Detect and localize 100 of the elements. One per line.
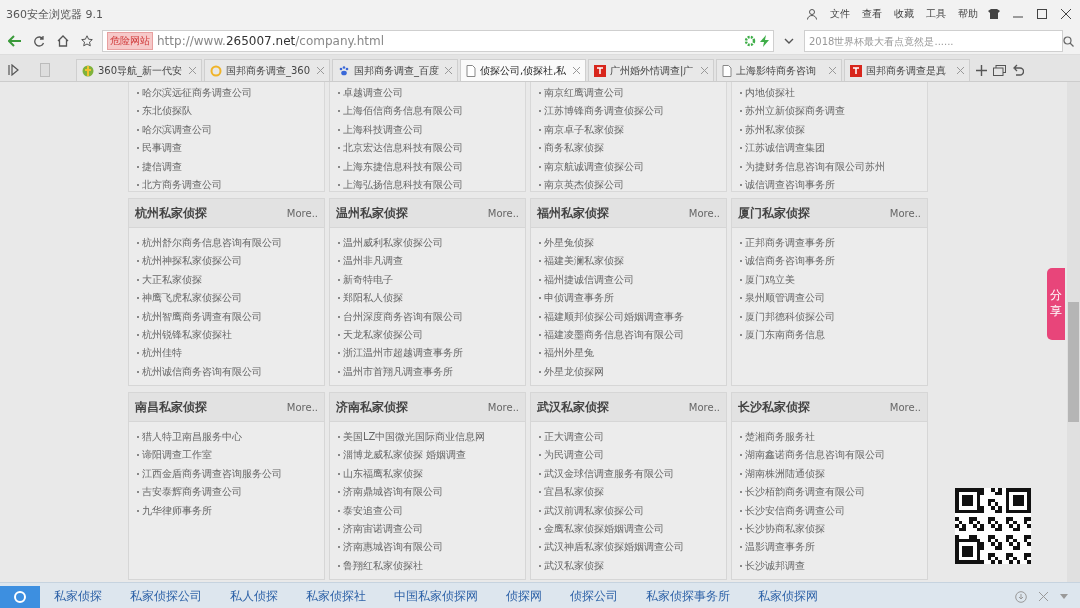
company-link[interactable]: 上海东捷信息科技有限公司: [338, 157, 517, 177]
footer-link[interactable]: 私人侦探: [216, 588, 292, 605]
company-link[interactable]: 外星兔侦探: [539, 234, 718, 253]
more-link[interactable]: More..: [487, 401, 519, 413]
more-link[interactable]: More..: [889, 401, 921, 413]
more-link[interactable]: More..: [487, 207, 519, 219]
gear-icon[interactable]: [744, 35, 756, 47]
more-link[interactable]: More..: [688, 401, 720, 413]
company-link[interactable]: 温影调查事务所: [740, 538, 919, 557]
user-icon[interactable]: [806, 8, 818, 20]
company-link[interactable]: 苏州私家侦探: [740, 120, 919, 140]
company-link[interactable]: 杭州佳特: [137, 344, 316, 363]
sidebar-toggle-icon[interactable]: [8, 64, 20, 76]
company-link[interactable]: 猎人特卫南昌服务中心: [137, 428, 316, 447]
browser-tab[interactable]: 上海影特商务咨询: [716, 59, 842, 81]
download-icon[interactable]: [1015, 590, 1027, 603]
footer-link[interactable]: 私家侦探: [40, 588, 116, 605]
company-link[interactable]: 哈尔滨远征商务调查公司: [137, 84, 316, 103]
company-link[interactable]: 郑阳私人侦探: [338, 289, 517, 308]
company-link[interactable]: 为捷财务信息咨询有限公司苏州: [740, 157, 919, 177]
company-link[interactable]: 济南鼎城咨询有限公司: [338, 483, 517, 502]
company-link[interactable]: 宜昌私家侦探: [539, 483, 718, 502]
company-link[interactable]: 北方商务调查公司: [137, 176, 316, 195]
company-link[interactable]: 济南宙诺调查公司: [338, 520, 517, 539]
scrollbar-thumb[interactable]: [1068, 302, 1079, 422]
company-link[interactable]: 上海佰信商务信息有限公司: [338, 102, 517, 121]
company-link[interactable]: 金鹰私家侦探婚姻调查公司: [539, 520, 718, 539]
company-link[interactable]: 上海科技调查公司: [338, 120, 517, 140]
company-link[interactable]: 申侦调查事务所: [539, 289, 718, 308]
company-link[interactable]: 新奇特电子: [338, 270, 517, 290]
company-link[interactable]: 厦门邦德科侦探公司: [740, 307, 919, 327]
footer-link[interactable]: 中国私家侦探网: [380, 588, 492, 605]
browser-tab[interactable]: 国邦商务调查_百度: [332, 59, 458, 81]
company-link[interactable]: 天龙私家侦探公司: [338, 326, 517, 345]
browser-tab[interactable]: 国邦商务调查是真: [844, 59, 970, 81]
company-link[interactable]: 外星龙侦探网: [539, 362, 718, 382]
company-link[interactable]: 温州非凡调查: [338, 252, 517, 271]
maximize-icon[interactable]: [1034, 6, 1050, 22]
company-link[interactable]: 民事调查: [137, 139, 316, 158]
footer-link[interactable]: 私家侦探事务所: [632, 588, 744, 605]
company-link[interactable]: 福建凌墨商务信息咨询有限公司: [539, 326, 718, 345]
company-link[interactable]: 福州外星兔: [539, 344, 718, 363]
more-link[interactable]: More..: [688, 207, 720, 219]
company-link[interactable]: 商务私家侦探: [539, 139, 718, 158]
company-link[interactable]: 上海弘扬信息科技有限公司: [338, 176, 517, 195]
menu-item[interactable]: 工具: [926, 7, 946, 21]
footer-link[interactable]: 私家侦探网: [744, 588, 832, 605]
company-link[interactable]: 山东福鹰私家侦探: [338, 464, 517, 484]
company-link[interactable]: 杭州诚信商务咨询有限公司: [137, 362, 316, 382]
company-link[interactable]: 神鹰飞虎私家侦探公司: [137, 289, 316, 308]
company-link[interactable]: 南京红鹰调查公司: [539, 84, 718, 103]
lightning-icon[interactable]: [760, 35, 769, 47]
company-link[interactable]: 浙江温州市超越调查事务所: [338, 344, 517, 363]
browser-tab[interactable]: 360导航_新一代安: [76, 59, 202, 81]
windows-icon[interactable]: [993, 64, 1006, 76]
company-link[interactable]: 南京英杰侦探公司: [539, 176, 718, 195]
company-link[interactable]: 吉安泰辉商务调查公司: [137, 483, 316, 502]
company-link[interactable]: 长沙协商私家侦探: [740, 520, 919, 539]
search-icon[interactable]: [1063, 35, 1074, 47]
company-link[interactable]: 江苏诚信调查集团: [740, 139, 919, 158]
company-link[interactable]: 杭州锐锋私家侦探社: [137, 326, 316, 345]
company-link[interactable]: 福州捷诚信调查公司: [539, 270, 718, 290]
company-link[interactable]: 福建顺邦侦探公司婚姻调查事务: [539, 307, 718, 327]
more-link[interactable]: More..: [286, 401, 318, 413]
company-link[interactable]: 鲁翔红私家侦探社: [338, 556, 517, 576]
company-link[interactable]: 湖南株洲陆通侦探: [740, 464, 919, 484]
company-link[interactable]: 南京航诚调查侦探公司: [539, 157, 718, 177]
company-link[interactable]: 台州深度商务咨询有限公司: [338, 307, 517, 327]
menu-item[interactable]: 查看: [862, 7, 882, 21]
company-link[interactable]: 温州市首翔凡调查事务所: [338, 362, 517, 382]
footer-link[interactable]: 私家侦探公司: [116, 588, 216, 605]
company-link[interactable]: 济南惠城咨询有限公司: [338, 538, 517, 557]
search-icon[interactable]: [0, 585, 40, 608]
menu-item[interactable]: 文件: [830, 7, 850, 21]
company-link[interactable]: 武汉金球信调查服务有限公司: [539, 464, 718, 484]
company-link[interactable]: 泰安追查公司: [338, 501, 517, 521]
company-link[interactable]: 厦门东南商务信息: [740, 326, 919, 345]
company-link[interactable]: 南京卓子私家侦探: [539, 120, 718, 140]
company-link[interactable]: 东北侦探队: [137, 102, 316, 121]
company-link[interactable]: 杭州智鹰商务调查有限公司: [137, 307, 316, 327]
company-link[interactable]: 诚信调查咨询事务所: [740, 176, 919, 195]
company-link[interactable]: 温州威利私家侦探公司: [338, 234, 517, 253]
company-link[interactable]: 楚湘商务服务社: [740, 428, 919, 447]
company-link[interactable]: 厦门鸡立美: [740, 270, 919, 290]
star-icon[interactable]: [78, 32, 96, 50]
company-link[interactable]: 美国LZ中国微光国际商业信息网: [338, 428, 517, 447]
close-icon[interactable]: [1058, 6, 1074, 22]
company-link[interactable]: 九华律师事务所: [137, 501, 316, 521]
company-link[interactable]: 武汉前调私家侦探公司: [539, 501, 718, 521]
company-link[interactable]: 江西金盾商务调查咨询服务公司: [137, 464, 316, 484]
footer-link[interactable]: 侦探网: [492, 588, 556, 605]
company-link[interactable]: 正大调查公司: [539, 428, 718, 447]
company-link[interactable]: 内地侦探社: [740, 84, 919, 103]
company-link[interactable]: 诚信商务咨询事务所: [740, 252, 919, 271]
share-button[interactable]: 分享: [1047, 268, 1065, 340]
footer-link[interactable]: 私家侦探社: [292, 588, 380, 605]
company-link[interactable]: 淄博龙威私家侦探 婚姻调查: [338, 446, 517, 465]
company-link[interactable]: 谛阳调查工作室: [137, 446, 316, 465]
menu-item[interactable]: 收藏: [894, 7, 914, 21]
company-link[interactable]: 长沙诚邦调查: [740, 556, 919, 576]
